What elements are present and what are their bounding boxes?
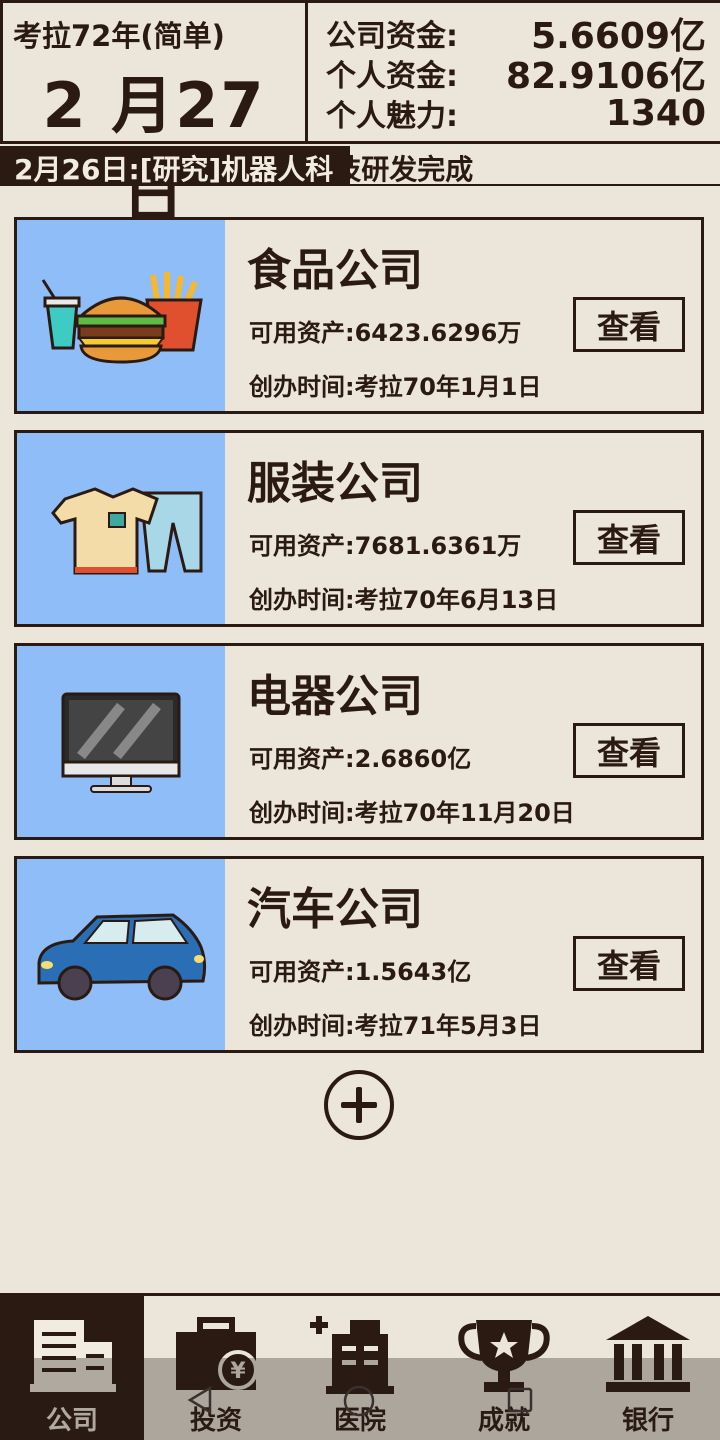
- year-label: 考拉72年(简单): [13, 19, 225, 53]
- view-button[interactable]: 查看: [573, 936, 685, 991]
- view-button[interactable]: 查看: [573, 510, 685, 565]
- company-card-automobile[interactable]: 汽车公司 可用资产:1.5643亿 创办时间:考拉71年5月3日 查看: [14, 856, 704, 1053]
- stats-panel: 公司资金: 5.6609亿 个人资金: 82.9106亿 个人魅力: 1340: [308, 0, 720, 141]
- company-founded: 创办时间:考拉70年11月20日: [249, 799, 575, 827]
- stat-label: 公司资金:: [326, 19, 458, 54]
- status-header: 考拉72年(简单) 2 月27 日 公司资金: 5.6609亿 个人资金: 82…: [0, 0, 720, 232]
- company-image: [17, 646, 225, 837]
- ticker-text-part-2: 技研发完成: [333, 153, 474, 186]
- system-nav-bar: [0, 1358, 720, 1440]
- ticker-message: 2月26日:[研究]机器人科技研发完成: [14, 148, 473, 188]
- home-icon[interactable]: [342, 1384, 376, 1418]
- back-icon[interactable]: [184, 1384, 216, 1416]
- company-name: 食品公司: [247, 245, 423, 296]
- stat-value: 82.9106亿: [506, 56, 706, 97]
- stat-charisma: 个人魅力: 1340: [326, 92, 706, 135]
- clothing-icon: [51, 487, 203, 575]
- stat-label: 个人资金:: [326, 59, 458, 94]
- stat-label: 个人魅力:: [326, 99, 458, 134]
- view-button[interactable]: 查看: [573, 297, 685, 352]
- company-name: 电器公司: [247, 671, 423, 722]
- company-founded: 创办时间:考拉70年1月1日: [249, 373, 542, 401]
- company-card-electronics[interactable]: 电器公司 可用资产:2.6860亿 创办时间:考拉70年11月20日 查看: [14, 643, 704, 840]
- company-assets: 可用资产:7681.6361万: [249, 532, 522, 560]
- company-assets: 可用资产:1.5643亿: [249, 958, 472, 986]
- date-panel: 考拉72年(简单) 2 月27 日: [0, 0, 308, 232]
- company-founded: 创办时间:考拉71年5月3日: [249, 1012, 542, 1040]
- company-card-food[interactable]: 食品公司 可用资产:6423.6296万 创办时间:考拉70年1月1日 查看: [14, 217, 704, 414]
- company-name: 汽车公司: [247, 884, 423, 935]
- add-company-button[interactable]: [324, 1070, 394, 1140]
- monitor-icon: [61, 692, 181, 793]
- stat-personal-funds: 个人资金: 82.9106亿: [326, 53, 706, 97]
- news-ticker: 2月26日:[研究]机器人科技研发完成: [0, 146, 720, 186]
- ticker-text-part-1: 2月26日:[研究]机器人科: [14, 153, 334, 186]
- company-name: 服装公司: [247, 458, 423, 509]
- burger-fries-icon: [41, 272, 203, 364]
- stat-value: 1340: [605, 92, 706, 134]
- current-date: 2 月27 日: [42, 69, 266, 232]
- car-icon: [37, 913, 207, 1001]
- company-image: [17, 433, 225, 624]
- company-card-clothing[interactable]: 服装公司 可用资产:7681.6361万 创办时间:考拉70年6月13日 查看: [14, 430, 704, 627]
- company-image: [17, 859, 225, 1050]
- recents-icon[interactable]: [504, 1384, 536, 1416]
- company-assets: 可用资产:6423.6296万: [249, 319, 522, 347]
- view-button[interactable]: 查看: [573, 723, 685, 778]
- company-image: [17, 220, 225, 411]
- company-founded: 创办时间:考拉70年6月13日: [249, 586, 559, 614]
- company-assets: 可用资产:2.6860亿: [249, 745, 472, 773]
